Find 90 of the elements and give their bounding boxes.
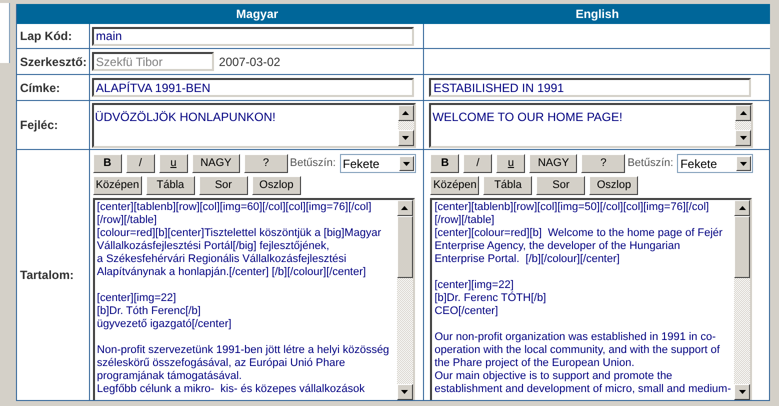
- down-arrow-icon: [402, 136, 410, 140]
- content-line: Non-profit szervezetünk 1991-ben jött létre a helyi közösség: [96, 344, 390, 357]
- content-line: programjának támogatásával.: [96, 370, 243, 383]
- content-line: CEO[/center]: [434, 305, 500, 318]
- font-color-select[interactable]: Fekete: [340, 154, 416, 173]
- content-line: [center][tablenb][row][col][img=50][/col][col][img=76][/col]: [434, 201, 710, 214]
- content-line: Enterprise Agency, the developer of the Hungarian: [434, 240, 682, 253]
- toolbar-button[interactable]: ?: [581, 154, 626, 173]
- text-area-value: WELCOME TO OUR HOME PAGE!: [432, 110, 622, 124]
- content-line: a Székesfehérvári Regionális Vállalkozásfejlesztési: [96, 253, 348, 266]
- content-line: [/row][/table]: [96, 214, 158, 227]
- text-area-value: ÜDVÖZÖLJÖK HONLAPUNKON!: [94, 110, 276, 124]
- date-text: 2007-03-02: [218, 54, 280, 70]
- content-line: Enterprise Portal. [/b][/colour][/center]: [434, 253, 621, 266]
- content-line: széleskörű összefogásával, az Európai Unió Phare: [96, 357, 346, 370]
- field-label: Címke:: [20, 80, 60, 96]
- scroll-up-button[interactable]: [396, 200, 413, 216]
- content-line: [colour=red][b][center]Tisztelettel köszöntjük a [big]Magyar: [96, 227, 382, 240]
- input-field[interactable]: ALAPÍTVA 1991-BEN: [92, 78, 414, 97]
- up-arrow-icon: [402, 110, 410, 114]
- scrollbar[interactable]: [398, 104, 414, 146]
- content-line: Our main objective is to support and promote the: [434, 370, 674, 383]
- scroll-down-button[interactable]: [396, 384, 413, 400]
- toolbar-button[interactable]: B: [430, 154, 460, 173]
- toolbar-button[interactable]: /: [463, 154, 492, 173]
- toolbar-button[interactable]: NAGY: [192, 154, 240, 173]
- toolbar-button[interactable]: NAGY: [529, 154, 578, 173]
- toolbar-button[interactable]: Középen: [430, 176, 480, 195]
- toolbar-button[interactable]: Sor: [536, 176, 586, 195]
- content-line: Our non-profit organization was established in 1991 in co-: [434, 331, 717, 344]
- down-arrow-icon: [401, 390, 408, 394]
- column-header: Magyar: [236, 6, 278, 23]
- toolbar-button[interactable]: Középen: [92, 176, 142, 195]
- content-line: Legfőbb célunk a mikro- kis- és közepes vállalkozások: [96, 383, 366, 396]
- content-line: the Phare project of the European Union.: [434, 357, 636, 370]
- font-color-label: Betűszín:: [627, 156, 674, 172]
- content-line: establishment and development of micro, small and medium-: [434, 383, 732, 396]
- scroll-up-button[interactable]: [735, 104, 752, 120]
- toolbar-button[interactable]: Oszlop: [252, 176, 301, 195]
- caret-icon: [402, 162, 410, 166]
- content-line: [center][img=22]: [96, 292, 178, 305]
- up-arrow-icon: [738, 206, 746, 210]
- field-label: Fejléc:: [20, 117, 58, 134]
- column-header: English: [576, 6, 619, 23]
- content-line: [b]Dr. Ferenc TÓTH[/b]: [434, 292, 548, 305]
- toolbar-button[interactable]: ?: [244, 154, 288, 173]
- content-line: Vállalkozásfejlesztési Portál[/big] fejlesztőjének,: [96, 240, 330, 253]
- toolbar-button[interactable]: Oszlop: [589, 176, 638, 195]
- scrollbar-thumb[interactable]: [396, 216, 413, 278]
- caret-icon: [740, 162, 748, 166]
- font-color-select[interactable]: Fekete: [677, 154, 754, 173]
- text-area[interactable]: WELCOME TO OUR HOME PAGE!: [429, 102, 754, 148]
- input-field[interactable]: ESTABILISHED IN 1991: [429, 78, 752, 97]
- field-label: Tartalom:: [20, 267, 74, 284]
- down-arrow-icon: [738, 390, 746, 394]
- content-line: [/row][/table]: [434, 214, 496, 227]
- down-arrow-icon: [740, 136, 747, 140]
- toolbar-button[interactable]: Tábla: [483, 176, 532, 195]
- scroll-up-button[interactable]: [734, 200, 750, 216]
- up-arrow-icon: [740, 110, 747, 114]
- scrollbar[interactable]: [396, 200, 413, 400]
- scroll-down-button[interactable]: [735, 130, 752, 146]
- toolbar-button[interactable]: u: [158, 154, 188, 173]
- field-label: Szerkesztő:: [20, 54, 87, 70]
- content-line: ügyvezető igazgató[/center]: [96, 318, 232, 331]
- content-line: [center][colour=red][b] Welcome to the home page of Fejér: [434, 227, 724, 240]
- toolbar-button[interactable]: Sor: [198, 176, 248, 195]
- content-line: Alapítványnak a honlapján.[/center] [/b][/colour][/center]: [96, 266, 367, 279]
- scroll-down-button[interactable]: [734, 384, 750, 400]
- toolbar-button[interactable]: Tábla: [146, 176, 195, 195]
- scrollbar[interactable]: [735, 104, 752, 146]
- content-line: [b]Dr. Tóth Ferenc[/b]: [96, 305, 202, 318]
- field-label: Lap Kód:: [20, 28, 72, 45]
- scrollbar[interactable]: [734, 200, 750, 400]
- scroll-up-button[interactable]: [398, 104, 414, 120]
- scroll-down-button[interactable]: [398, 130, 414, 146]
- toolbar-button[interactable]: /: [126, 154, 155, 173]
- content-text-area[interactable]: [430, 198, 752, 400]
- content-line: [center][img=22]: [434, 279, 515, 292]
- content-line: [center][tablenb][row][col][img=60][/col][col][img=76][/col]: [96, 201, 372, 214]
- up-arrow-icon: [401, 206, 408, 210]
- toolbar-button[interactable]: B: [92, 154, 122, 173]
- content-line: operation with the local community, and with the support of: [434, 344, 721, 357]
- toolbar-button[interactable]: u: [496, 154, 526, 173]
- input-field[interactable]: main: [92, 26, 414, 46]
- font-color-label: Betűszín:: [290, 156, 336, 172]
- content-text-area[interactable]: [92, 198, 415, 400]
- text-area[interactable]: ÜDVÖZÖLJÖK HONLAPUNKON!: [92, 102, 416, 148]
- scrollbar-thumb[interactable]: [734, 216, 750, 278]
- side-panel: [0, 3, 10, 63]
